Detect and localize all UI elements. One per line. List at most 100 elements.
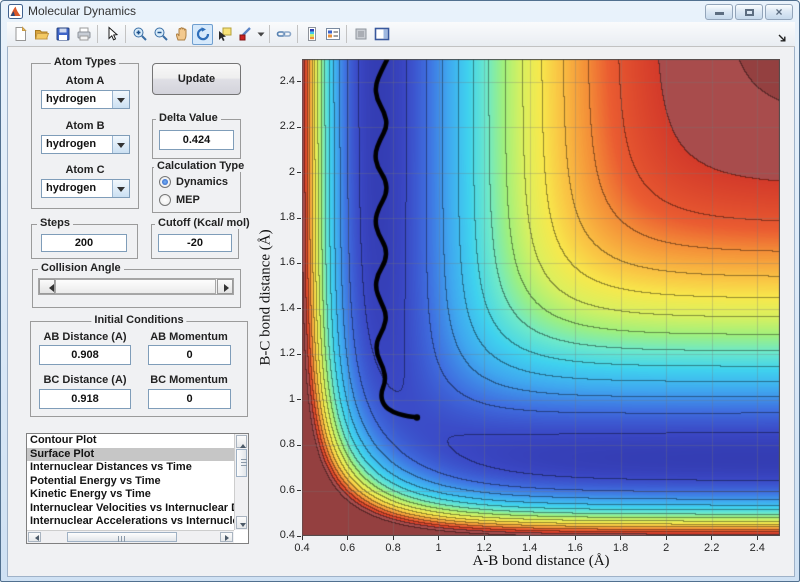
- new-document-button[interactable]: [10, 24, 31, 45]
- minimize-button[interactable]: [705, 4, 733, 20]
- dynamics-radio-label: Dynamics: [176, 176, 228, 188]
- scroll-left-button[interactable]: [28, 532, 41, 542]
- pan-button[interactable]: [171, 24, 192, 45]
- hide-plot-tools-icon: [355, 28, 366, 40]
- initial-conditions-title: Initial Conditions: [91, 314, 187, 326]
- ab-momentum-field[interactable]: [148, 345, 231, 365]
- y-axis-label: B-C bond distance (Å): [257, 229, 274, 366]
- minimize-icon: [715, 12, 724, 15]
- matlab-app-icon: [8, 4, 23, 19]
- collision-angle-title: Collision Angle: [38, 262, 124, 274]
- bc-distance-label: BC Distance (A): [43, 374, 127, 386]
- new-document-icon: [15, 26, 27, 41]
- mep-radio[interactable]: [159, 194, 171, 206]
- brush-dropdown-button[interactable]: [255, 24, 266, 45]
- data-cursor-icon: [218, 27, 231, 41]
- save-button[interactable]: [52, 24, 73, 45]
- rotate-3d-icon: [196, 27, 209, 41]
- zoom-in-button[interactable]: [129, 24, 150, 45]
- print-button[interactable]: [73, 24, 94, 45]
- chevron-down-icon[interactable]: [112, 180, 129, 197]
- list-item-selected[interactable]: Surface Plot: [27, 447, 234, 461]
- delta-value-field[interactable]: [159, 130, 234, 150]
- bc-distance-field[interactable]: [39, 389, 131, 409]
- atom-c-value: hydrogen: [46, 182, 97, 194]
- atom-b-label: Atom B: [65, 120, 105, 132]
- show-plot-tools-button[interactable]: [371, 24, 392, 45]
- list-item[interactable]: Kinetic Energy vs Time: [27, 488, 234, 502]
- arrow-up-icon: [240, 441, 246, 448]
- slider-thumb[interactable]: [55, 279, 216, 294]
- window-title: Molecular Dynamics: [28, 4, 137, 18]
- grip-icon: [118, 536, 126, 542]
- arrow-down-icon: [240, 523, 246, 530]
- horizontal-scrollbar[interactable]: [27, 530, 234, 543]
- atom-a-dropdown[interactable]: hydrogen: [41, 90, 130, 109]
- vertical-scrollbar[interactable]: [234, 434, 248, 530]
- delta-value-title: Delta Value: [156, 112, 221, 124]
- update-button[interactable]: Update: [152, 63, 241, 95]
- insert-legend-button[interactable]: [322, 24, 343, 45]
- toolbar-separator: [97, 25, 98, 43]
- chevron-down-icon[interactable]: [112, 91, 129, 108]
- list-item[interactable]: Internuclear Velocities vs Internuclear …: [27, 502, 234, 516]
- scroll-right-button[interactable]: [220, 532, 233, 542]
- list-item[interactable]: Internuclear Accelerations vs Internucle…: [27, 515, 234, 529]
- slider-left-arrow[interactable]: [39, 279, 55, 294]
- brush-button[interactable]: [234, 24, 255, 45]
- list-item[interactable]: Potential Energy vs Time: [27, 475, 234, 489]
- zoom-out-button[interactable]: [150, 24, 171, 45]
- ab-distance-field[interactable]: [39, 345, 131, 365]
- scroll-up-button[interactable]: [236, 435, 247, 448]
- atom-b-dropdown[interactable]: hydrogen: [41, 135, 130, 154]
- zoom-in-icon: [133, 27, 147, 41]
- arrow-left-icon: [45, 284, 54, 292]
- slider-right-arrow[interactable]: [217, 279, 233, 294]
- steps-field[interactable]: [41, 234, 127, 252]
- print-icon: [77, 27, 90, 41]
- list-item[interactable]: Internuclear Distances vs Time: [27, 461, 234, 475]
- ab-momentum-label: AB Momentum: [150, 331, 228, 343]
- hide-plot-tools-button[interactable]: [350, 24, 371, 45]
- cutoff-title: Cutoff (Kcal/ mol): [155, 217, 253, 229]
- collision-angle-slider[interactable]: [38, 278, 234, 295]
- title-bar[interactable]: Molecular Dynamics ×: [1, 1, 799, 22]
- plot-type-listbox: Contour Plot Surface Plot Internuclear D…: [26, 433, 249, 544]
- open-file-icon: [34, 30, 49, 40]
- ab-distance-label: AB Distance (A): [43, 331, 127, 343]
- toolbar-separator: [269, 25, 270, 43]
- cutoff-field[interactable]: [158, 234, 232, 252]
- atom-types-panel-title: Atom Types: [50, 56, 120, 68]
- maximize-icon: [745, 9, 754, 16]
- pointer-icon: [108, 26, 118, 41]
- atom-c-dropdown[interactable]: hydrogen: [41, 179, 130, 198]
- steps-title: Steps: [37, 217, 73, 229]
- scroll-down-button[interactable]: [236, 516, 247, 529]
- pan-icon: [175, 27, 186, 41]
- toolbar-overflow-icon: [778, 34, 786, 42]
- horizontal-scroll-thumb[interactable]: [67, 532, 177, 542]
- maximize-button[interactable]: [735, 4, 763, 20]
- app-window: Molecular Dynamics × Atom Types Atom A h…: [0, 0, 800, 582]
- link-plot-icon: [276, 31, 291, 37]
- calculation-type-panel: Calculation Type: [152, 160, 248, 213]
- pointer-button[interactable]: [101, 24, 122, 45]
- bc-momentum-label: BC Momentum: [150, 374, 228, 386]
- open-file-button[interactable]: [31, 24, 52, 45]
- link-plot-button[interactable]: [273, 24, 294, 45]
- dynamics-radio[interactable]: [159, 176, 171, 188]
- data-cursor-button[interactable]: [213, 24, 234, 45]
- chevron-down-icon[interactable]: [112, 136, 129, 153]
- list-item[interactable]: Contour Plot: [27, 434, 234, 448]
- pes-plot-canvas[interactable]: [302, 59, 780, 536]
- arrow-left-icon: [32, 535, 39, 541]
- vertical-scroll-thumb[interactable]: [236, 449, 247, 477]
- rotate-3d-button[interactable]: [192, 23, 213, 45]
- bc-momentum-field[interactable]: [148, 389, 231, 409]
- grip-icon: [241, 459, 247, 467]
- show-plot-tools-icon: [374, 27, 389, 41]
- toolbar-overflow-button[interactable]: [778, 30, 787, 48]
- insert-colorbar-button[interactable]: [301, 24, 322, 45]
- toolbar-separator: [297, 25, 298, 43]
- close-button[interactable]: ×: [765, 4, 793, 20]
